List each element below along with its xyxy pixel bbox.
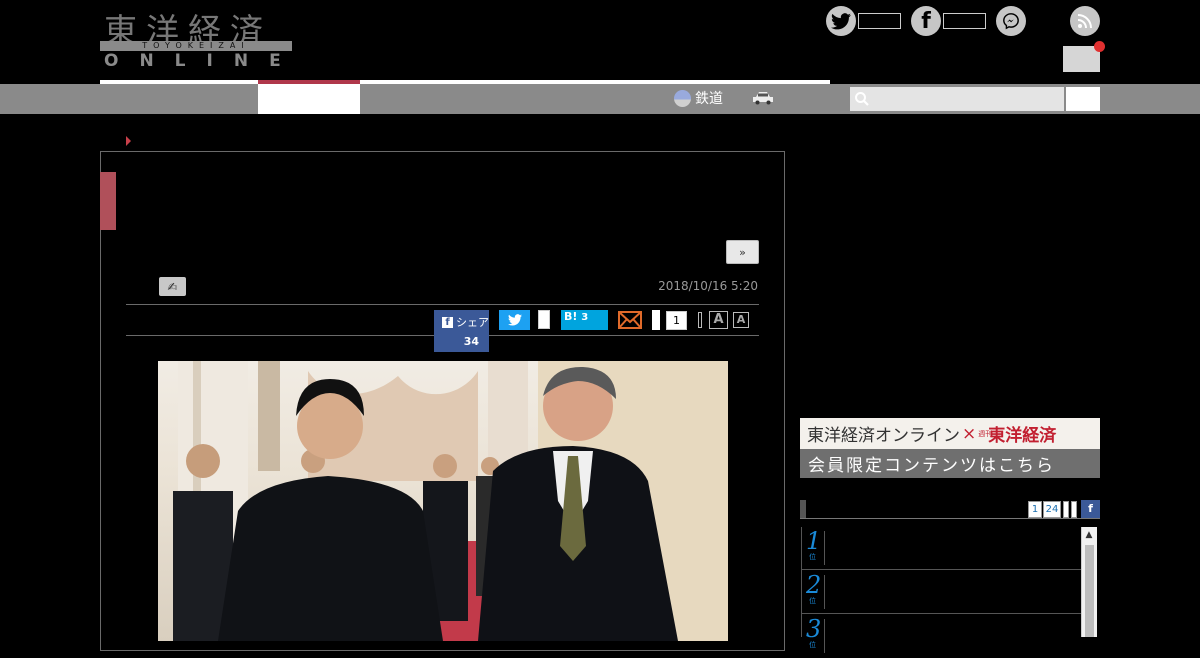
ranking-tab-weekly[interactable] <box>1063 501 1069 518</box>
search-icon <box>855 92 869 106</box>
author-icon[interactable]: ✍ <box>159 277 186 296</box>
ranking-item[interactable]: 1 位 <box>802 527 1082 570</box>
rank-unit: 位 <box>809 597 816 605</box>
twitter-follow-count <box>858 13 901 29</box>
scrollbar-thumb[interactable] <box>1085 545 1094 637</box>
rss-icon[interactable] <box>1070 6 1100 36</box>
hatena-count: 3 <box>581 312 589 323</box>
ranking-header-line <box>800 518 1100 519</box>
nav-tab-active[interactable] <box>258 84 360 114</box>
pocket-count: 1 <box>666 311 687 330</box>
rank-separator <box>824 531 825 565</box>
banner-weekly: 週刊 <box>978 429 993 438</box>
facebook-share-button[interactable]: f シェア 34 <box>434 310 489 352</box>
member-content-banner[interactable]: 東洋経済オンライン × 週刊 東洋経済 会員限定コンテンツはこちら <box>800 418 1100 478</box>
ranking-tab-24h[interactable]: 24 <box>1043 501 1061 518</box>
rank-separator <box>824 575 825 609</box>
scroll-up-arrow-icon[interactable]: ▲ <box>1081 527 1097 544</box>
notification-badge <box>1094 41 1105 52</box>
banner-online-text: 東洋経済オンライン <box>807 426 960 446</box>
ranking-tab-1h[interactable]: 1 <box>1028 501 1042 518</box>
facebook-icon[interactable]: f <box>911 6 941 36</box>
next-page-button[interactable]: » <box>726 240 759 264</box>
facebook-share-count: 34 <box>463 335 479 348</box>
nav-item-railway-label: 鉄道 <box>695 91 723 107</box>
facebook-square-icon: f <box>442 316 453 328</box>
hatena-bookmark-button[interactable]: B! 3 <box>561 310 608 330</box>
facebook-share-label: シェア <box>456 316 489 329</box>
ranking-tab-monthly[interactable] <box>1071 501 1077 518</box>
nav-item-railway[interactable]: 鉄道 <box>674 88 723 108</box>
article-photo <box>158 361 728 641</box>
banner-x: × <box>962 423 977 444</box>
facebook-like-count <box>943 13 986 29</box>
rank-separator <box>824 619 825 653</box>
banner-brand: 東洋経済 <box>988 426 1057 446</box>
breadcrumb-arrow-icon <box>126 136 131 146</box>
ranking-item[interactable]: 2 位 <box>802 571 1082 614</box>
font-size-divider <box>698 312 702 328</box>
twitter-share-button[interactable] <box>499 310 530 330</box>
ranking-item[interactable]: 3 位 <box>802 615 1082 658</box>
pocket-button[interactable] <box>652 310 660 330</box>
logo-online[interactable]: ONLINE <box>104 51 302 71</box>
twitter-share-count <box>538 310 550 329</box>
car-icon[interactable] <box>752 91 774 105</box>
rank-number: 2 <box>806 571 822 599</box>
search-button[interactable] <box>1066 87 1100 111</box>
train-icon <box>674 89 691 107</box>
ranking-list: 1 位 2 位 3 位 <box>801 527 1082 653</box>
font-large-button[interactable]: A <box>709 311 728 329</box>
logo-band: TOYOKEIZAI <box>100 41 292 51</box>
font-small-button[interactable]: A <box>733 312 749 328</box>
search-input[interactable] <box>850 87 1064 111</box>
title-accent-bar <box>100 172 116 230</box>
ranking-header-mark <box>800 500 806 518</box>
rank-number: 1 <box>806 527 822 555</box>
rank-unit: 位 <box>809 641 816 649</box>
publish-date: 2018/10/16 5:20 <box>658 279 758 293</box>
mail-icon[interactable] <box>618 311 642 329</box>
rank-unit: 位 <box>809 553 816 561</box>
ranking-facebook-tab[interactable]: f <box>1081 500 1100 518</box>
messenger-icon[interactable] <box>996 6 1026 36</box>
share-bar-top-divider <box>126 304 759 305</box>
twitter-icon[interactable] <box>826 6 856 36</box>
banner-cta-text: 会員限定コンテンツはこちら <box>800 449 1100 478</box>
twitter-bird-icon <box>507 314 522 326</box>
rank-number: 3 <box>806 615 822 643</box>
hatena-label: B! <box>564 310 578 323</box>
